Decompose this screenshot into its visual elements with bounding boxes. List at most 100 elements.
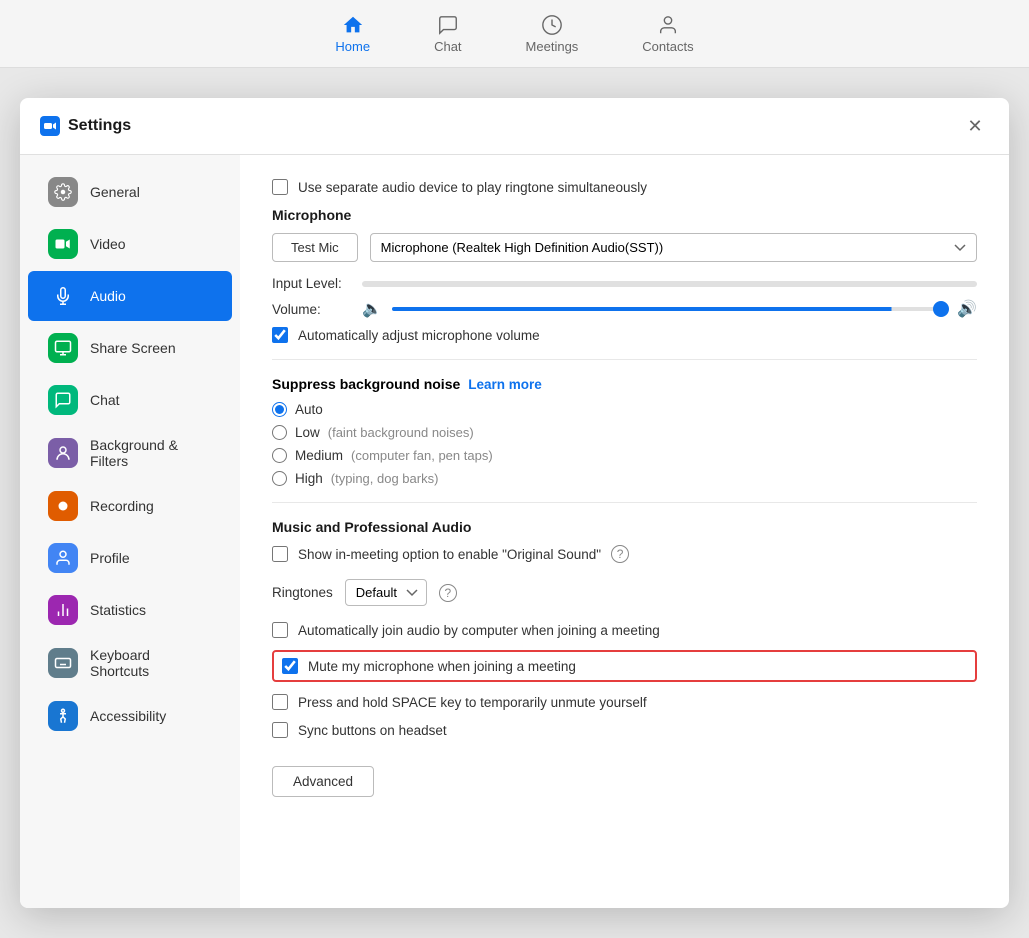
sync-headset-row: Sync buttons on headset <box>272 722 977 738</box>
nav-meetings-label: Meetings <box>526 39 579 54</box>
dialog-title: Settings <box>40 116 131 136</box>
test-mic-button[interactable]: Test Mic <box>272 233 358 262</box>
nav-chat[interactable]: Chat <box>422 7 473 60</box>
microphone-device-select[interactable]: Microphone (Realtek High Definition Audi… <box>370 233 977 262</box>
microphone-section-label: Microphone <box>272 207 977 223</box>
press-space-label: Press and hold SPACE key to temporarily … <box>298 695 647 710</box>
noise-low-sub: (faint background noises) <box>328 425 474 440</box>
sidebar-item-accessibility-label: Accessibility <box>90 708 166 724</box>
volume-thumb <box>933 301 949 317</box>
ringtone-select[interactable]: Default <box>345 579 427 606</box>
noise-low-row: Low (faint background noises) <box>272 425 977 440</box>
auto-adjust-row: Automatically adjust microphone volume <box>272 327 977 343</box>
noise-auto-label: Auto <box>295 402 323 417</box>
chat-sidebar-icon <box>48 385 78 415</box>
noise-medium-sub: (computer fan, pen taps) <box>351 448 493 463</box>
music-section-label: Music and Professional Audio <box>272 519 977 535</box>
sidebar-item-keyboard-shortcuts[interactable]: Keyboard Shortcuts <box>28 637 232 689</box>
noise-medium-label: Medium <box>295 448 343 463</box>
volume-high-icon: 🔊 <box>957 299 977 319</box>
sync-headset-label: Sync buttons on headset <box>298 723 447 738</box>
profile-icon <box>48 543 78 573</box>
sidebar-item-general-label: General <box>90 184 140 200</box>
suppress-noise-header: Suppress background noise Learn more <box>272 376 977 392</box>
ringtones-label: Ringtones <box>272 585 333 600</box>
sidebar-item-recording[interactable]: Recording <box>28 481 232 531</box>
noise-medium-row: Medium (computer fan, pen taps) <box>272 448 977 463</box>
sidebar-item-chat-label: Chat <box>90 392 120 408</box>
divider-1 <box>272 359 977 360</box>
press-space-checkbox[interactable] <box>272 694 288 710</box>
sync-headset-checkbox[interactable] <box>272 722 288 738</box>
audio-icon <box>48 281 78 311</box>
nav-home[interactable]: Home <box>323 7 382 60</box>
recording-icon <box>48 491 78 521</box>
sidebar-item-video-label: Video <box>90 236 126 252</box>
close-button[interactable]: ✕ <box>961 112 989 140</box>
sidebar-item-audio-label: Audio <box>90 288 126 304</box>
sidebar-item-accessibility[interactable]: Accessibility <box>28 691 232 741</box>
volume-low-icon: 🔈 <box>362 299 382 319</box>
sidebar-item-general[interactable]: General <box>28 167 232 217</box>
sidebar-item-video[interactable]: Video <box>28 219 232 269</box>
ringtones-row: Ringtones Default ? <box>272 579 977 606</box>
background-filters-icon <box>48 438 78 468</box>
mute-mic-checkbox[interactable] <box>282 658 298 674</box>
nav-contacts[interactable]: Contacts <box>630 7 705 60</box>
original-sound-checkbox[interactable] <box>272 546 288 562</box>
dialog-header: Settings ✕ <box>20 98 1009 155</box>
sidebar-item-statistics[interactable]: Statistics <box>28 585 232 635</box>
volume-slider[interactable] <box>392 307 947 311</box>
volume-label: Volume: <box>272 302 352 317</box>
sidebar-item-background-filters-label: Background & Filters <box>90 437 212 469</box>
microphone-row: Test Mic Microphone (Realtek High Defini… <box>272 233 977 262</box>
ringtone-help-icon[interactable]: ? <box>439 584 457 602</box>
noise-auto-radio[interactable] <box>272 402 287 417</box>
dialog-title-text: Settings <box>68 117 131 135</box>
press-space-row: Press and hold SPACE key to temporarily … <box>272 694 977 710</box>
auto-adjust-checkbox[interactable] <box>272 327 288 343</box>
settings-sidebar: General Video Audio <box>20 155 240 908</box>
input-level-bar <box>362 281 977 287</box>
settings-content: Use separate audio device to play ringto… <box>240 155 1009 908</box>
sidebar-item-share-screen[interactable]: Share Screen <box>28 323 232 373</box>
settings-dialog: Settings ✕ General Video <box>20 98 1009 908</box>
sidebar-item-background-filters[interactable]: Background & Filters <box>28 427 232 479</box>
separate-audio-row: Use separate audio device to play ringto… <box>272 179 977 195</box>
suppress-noise-label: Suppress background noise <box>272 376 460 392</box>
top-navigation: Home Chat Meetings Contacts <box>0 0 1029 68</box>
statistics-icon <box>48 595 78 625</box>
noise-high-radio[interactable] <box>272 471 287 486</box>
separate-audio-checkbox[interactable] <box>272 179 288 195</box>
noise-high-sub: (typing, dog barks) <box>331 471 439 486</box>
sidebar-item-audio[interactable]: Audio <box>28 271 232 321</box>
auto-adjust-label: Automatically adjust microphone volume <box>298 328 540 343</box>
auto-join-label: Automatically join audio by computer whe… <box>298 623 660 638</box>
noise-high-row: High (typing, dog barks) <box>272 471 977 486</box>
nav-meetings[interactable]: Meetings <box>514 7 591 60</box>
zoom-logo-icon <box>40 116 60 136</box>
noise-low-radio[interactable] <box>272 425 287 440</box>
auto-join-checkbox[interactable] <box>272 622 288 638</box>
divider-2 <box>272 502 977 503</box>
dialog-body: General Video Audio <box>20 155 1009 908</box>
noise-medium-radio[interactable] <box>272 448 287 463</box>
home-icon <box>341 13 365 37</box>
sidebar-item-share-screen-label: Share Screen <box>90 340 176 356</box>
meetings-icon <box>540 13 564 37</box>
noise-auto-row: Auto <box>272 402 977 417</box>
mute-mic-label: Mute my microphone when joining a meetin… <box>308 659 576 674</box>
advanced-button[interactable]: Advanced <box>272 766 374 797</box>
sidebar-item-profile-label: Profile <box>90 550 130 566</box>
sidebar-item-profile[interactable]: Profile <box>28 533 232 583</box>
original-sound-help-icon[interactable]: ? <box>611 545 629 563</box>
auto-join-row: Automatically join audio by computer whe… <box>272 622 977 638</box>
input-level-label: Input Level: <box>272 276 352 291</box>
chat-icon <box>436 13 460 37</box>
contacts-icon <box>656 13 680 37</box>
sidebar-item-chat[interactable]: Chat <box>28 375 232 425</box>
separate-audio-label: Use separate audio device to play ringto… <box>298 180 647 195</box>
mute-mic-row: Mute my microphone when joining a meetin… <box>272 650 977 682</box>
learn-more-link[interactable]: Learn more <box>468 377 542 392</box>
accessibility-icon <box>48 701 78 731</box>
